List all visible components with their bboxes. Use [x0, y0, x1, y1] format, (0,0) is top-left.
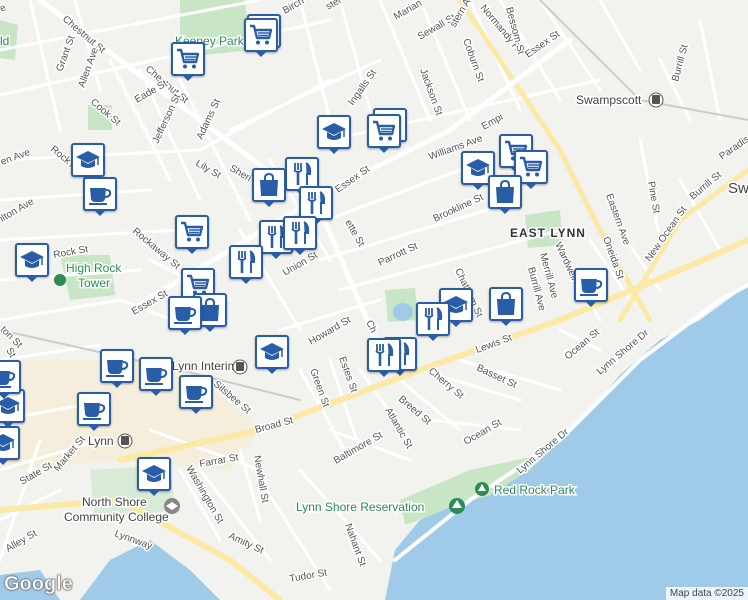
poi-marker[interactable]	[0, 360, 21, 399]
place-swampscott-edge: Swa	[728, 180, 748, 197]
poi-marker[interactable]	[179, 375, 213, 414]
lynn-interim-station-icon[interactable]	[232, 359, 248, 375]
school-icon	[260, 343, 284, 360]
poi-marker[interactable]	[71, 143, 105, 182]
high-rock-park-icon[interactable]	[54, 274, 66, 286]
fork-knife-icon	[293, 162, 312, 185]
shopping-cart-icon	[520, 156, 543, 177]
map-attribution[interactable]: Map data ©2025	[665, 587, 748, 600]
poi-marker[interactable]	[574, 268, 608, 307]
poi-marker[interactable]	[168, 296, 202, 335]
poi-marker[interactable]	[367, 338, 401, 377]
poi-marker[interactable]	[488, 175, 522, 214]
pond	[393, 303, 413, 321]
poi-marker[interactable]	[100, 349, 134, 388]
coffee-cup-icon	[89, 188, 112, 205]
shopping-bag-icon	[497, 291, 515, 315]
place-north-shore-2: Community College	[64, 510, 169, 524]
place-high-rock-1: High Rock	[66, 261, 122, 275]
coffee-cup-icon	[174, 307, 197, 324]
map-canvas[interactable]: Swampscott Swa EAST LYNN Lynn Lynn Inter…	[0, 0, 748, 600]
coffee-cup-icon	[185, 386, 208, 403]
poi-marker[interactable]	[416, 302, 450, 341]
coffee-cup-icon	[580, 279, 603, 296]
fork-knife-icon	[375, 343, 394, 366]
shopping-bag-icon	[260, 172, 278, 196]
poi-marker[interactable]	[229, 245, 263, 284]
school-icon	[0, 434, 15, 451]
poi-marker[interactable]	[283, 216, 317, 255]
poi-marker[interactable]	[137, 457, 171, 496]
place-high-rock-2: Tower	[78, 276, 110, 290]
poi-marker[interactable]	[317, 115, 351, 154]
school-icon	[76, 151, 100, 168]
place-lynn-shore-reservation: Lynn Shore Reservation	[296, 500, 424, 514]
lynn-station-icon[interactable]	[117, 433, 133, 449]
coffee-cup-icon	[0, 371, 16, 388]
place-east-lynn: EAST LYNN	[510, 226, 586, 240]
place-lynn-interim: Lynn Interim	[172, 359, 238, 373]
coffee-cup-icon	[106, 360, 129, 377]
poi-marker[interactable]	[77, 392, 111, 431]
poi-marker[interactable]	[0, 426, 20, 465]
shopping-bag-icon	[496, 179, 514, 203]
place-lynn: Lynn	[88, 434, 114, 448]
school-icon	[20, 251, 44, 268]
place-north-shore-1: North Shore	[82, 495, 147, 509]
poi-marker[interactable]	[252, 168, 286, 207]
poi-marker[interactable]	[299, 186, 333, 225]
place-swampscott: Swampscott	[576, 93, 642, 107]
poi-marker[interactable]	[367, 114, 401, 153]
school-icon	[322, 123, 346, 140]
coffee-cup-icon	[145, 368, 168, 385]
fork-knife-icon	[237, 250, 256, 273]
fork-knife-icon	[424, 307, 443, 330]
fork-knife-icon	[291, 221, 310, 244]
poi-marker[interactable]	[139, 357, 173, 396]
place-red-rock-park: Red Rock Park	[494, 483, 576, 497]
fork-knife-icon	[307, 191, 326, 214]
poi-marker[interactable]	[15, 243, 49, 282]
shopping-cart-icon	[373, 120, 396, 141]
coffee-cup-icon	[83, 403, 106, 420]
swampscott-station-icon[interactable]	[648, 92, 664, 108]
shopping-cart-icon	[177, 48, 200, 69]
shopping-cart-icon	[250, 24, 273, 45]
poi-marker[interactable]	[83, 177, 117, 216]
shopping-cart-icon	[181, 221, 204, 242]
poi-marker[interactable]	[175, 215, 209, 254]
google-logo[interactable]: Google	[4, 573, 73, 596]
poi-marker[interactable]	[489, 287, 523, 326]
school-icon	[142, 465, 166, 482]
park-tree-icon[interactable]	[449, 498, 465, 514]
poi-marker[interactable]	[171, 42, 205, 81]
poi-marker[interactable]	[244, 18, 278, 57]
place-edge-ld: ld	[0, 34, 9, 48]
college-icon[interactable]	[164, 498, 180, 514]
poi-marker[interactable]	[255, 335, 289, 374]
park-tree-icon-2[interactable]	[475, 482, 489, 496]
